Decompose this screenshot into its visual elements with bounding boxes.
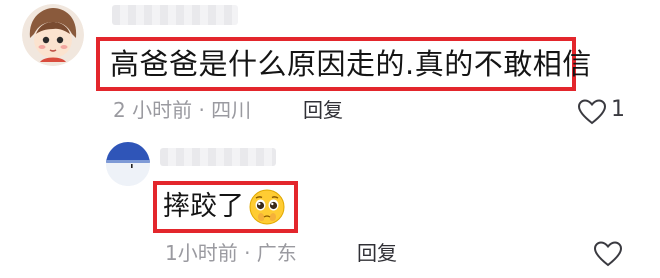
cartoon-girl-avatar-icon [22, 4, 84, 66]
comment-text: 高爸爸是什么原因走的.真的不敢相信 [110, 47, 592, 81]
reply-button[interactable]: 回复 [303, 97, 343, 123]
like-heart-icon[interactable] [593, 240, 623, 268]
avatar[interactable] [106, 142, 150, 186]
pleading-face-emoji-icon [247, 187, 287, 227]
username-redacted [112, 5, 238, 25]
like-heart-icon[interactable] [577, 98, 607, 126]
comment-text: 摔跤了 [163, 191, 244, 222]
comment-meta: 1小时前 · 广东 [165, 241, 297, 265]
reply-button[interactable]: 回复 [357, 240, 397, 266]
like-count: 1 [611, 97, 625, 122]
comment-meta: 2 小时前 · 四川 [113, 98, 252, 122]
username-redacted [160, 148, 276, 166]
snowfield-avatar-icon [106, 142, 150, 186]
avatar[interactable] [22, 4, 84, 66]
